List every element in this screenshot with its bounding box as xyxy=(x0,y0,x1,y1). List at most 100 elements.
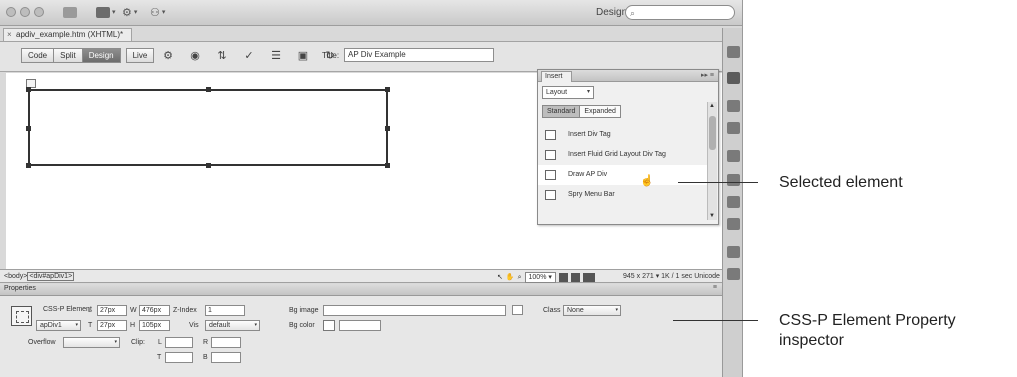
clip-top-input[interactable] xyxy=(165,352,193,363)
insert-panel-scrollbar[interactable]: ▲ ▼ xyxy=(707,102,717,220)
split-view-button[interactable]: Split xyxy=(53,48,83,63)
insert-item-div-tag[interactable]: Insert Div Tag xyxy=(538,125,708,145)
dock-panel-icon[interactable] xyxy=(727,46,740,58)
extend-menu-icon[interactable]: ⚙ ▾ xyxy=(122,5,137,19)
ap-div-icon xyxy=(545,170,556,180)
resize-handle[interactable] xyxy=(385,163,390,168)
height-input[interactable]: 105px xyxy=(139,320,170,331)
left-input[interactable]: 27px xyxy=(97,305,127,316)
w3c-validation-icon[interactable]: ✓ xyxy=(239,49,259,63)
expanded-mode-button[interactable]: Expanded xyxy=(579,105,621,118)
multiscreen-icon[interactable]: ⚙ xyxy=(158,49,178,63)
vis-label: Vis xyxy=(189,322,199,329)
tag-selector: <body> <div#apDiv1> xyxy=(4,270,75,283)
zoom-tool-icon[interactable]: ⌕ xyxy=(518,271,522,284)
fluid-grid-icon xyxy=(545,150,556,160)
document-toolbar: Code Split Design Live ⚙ ◉ ⇅ ✓ ☰ ▣ ↻ Tit… xyxy=(0,42,722,72)
panel-menu-icon[interactable]: ▸▸ ≡ xyxy=(701,71,714,79)
sitemap-icon[interactable] xyxy=(727,246,740,258)
snippets-icon[interactable] xyxy=(727,218,740,230)
layout-menu-icon[interactable]: ▾ xyxy=(96,5,116,19)
panel-dock xyxy=(722,28,742,377)
zoom-window-icon[interactable] xyxy=(34,7,44,17)
selected-ap-div[interactable] xyxy=(26,87,390,168)
check-browser-compat-icon[interactable]: ☰ xyxy=(266,49,286,63)
scroll-up-icon[interactable]: ▲ xyxy=(709,103,715,109)
class-select[interactable]: None ▾ xyxy=(563,305,621,316)
hand-tool-icon[interactable]: ✋ xyxy=(506,271,515,284)
standard-mode-button[interactable]: Standard xyxy=(542,105,581,118)
scroll-thumb[interactable] xyxy=(709,116,716,150)
resize-handle[interactable] xyxy=(26,163,31,168)
resize-handle[interactable] xyxy=(206,87,211,92)
assets-icon[interactable] xyxy=(727,196,740,208)
tag-current[interactable]: <div#apDiv1> xyxy=(27,272,75,281)
resize-handle[interactable] xyxy=(26,87,31,92)
resize-handle[interactable] xyxy=(385,87,390,92)
insert-panel-tab[interactable]: Insert xyxy=(541,71,572,82)
resize-handle[interactable] xyxy=(26,126,31,131)
clip-left-input[interactable] xyxy=(165,337,193,348)
code-view-button[interactable]: Code xyxy=(21,48,55,63)
visual-aids-icon[interactable]: ▣ xyxy=(293,49,313,63)
property-inspector-callout-line xyxy=(673,320,758,321)
files-icon[interactable] xyxy=(727,174,740,186)
insert-item-spry-menu-bar[interactable]: Spry Menu Bar xyxy=(538,185,708,205)
insert-panel-icon[interactable] xyxy=(727,72,740,84)
clip-label: Clip: xyxy=(131,339,146,346)
file-management-icon[interactable]: ⇅ xyxy=(212,49,232,63)
document-tab[interactable]: × apdiv_example.htm (XHTML)* xyxy=(3,28,133,41)
width-input[interactable]: 476px xyxy=(139,305,170,316)
insert-category-select[interactable]: Layout ▾ xyxy=(542,86,594,99)
help-search-input[interactable]: ⌕ xyxy=(625,5,735,20)
close-window-icon[interactable] xyxy=(6,7,16,17)
width-label: W xyxy=(130,307,137,314)
minimize-window-icon[interactable] xyxy=(20,7,30,17)
insert-item-list: Insert Div Tag Insert Fluid Grid Layout … xyxy=(538,125,708,205)
mobile-size-icon[interactable] xyxy=(558,273,568,282)
browse-folder-icon[interactable] xyxy=(512,305,523,315)
property-inspector-callout-line1: CSS-P Element Property xyxy=(779,312,956,329)
element-type-label: CSS-P Element xyxy=(43,306,92,313)
top-input[interactable]: 27px xyxy=(97,320,127,331)
insert-item-fluid-grid-div[interactable]: Insert Fluid Grid Layout Div Tag xyxy=(538,145,708,165)
bg-color-input[interactable] xyxy=(339,320,381,331)
site-menu-icon[interactable]: ⚇ ▾ xyxy=(150,5,165,19)
insert-mode-toggle: Standard Expanded xyxy=(542,105,621,118)
clip-right-input[interactable] xyxy=(211,337,241,348)
desktop-size-icon[interactable] xyxy=(582,273,595,282)
document-tool-icons: ⚙ ◉ ⇅ ✓ ☰ ▣ ↻ xyxy=(158,49,340,63)
bg-color-swatch[interactable] xyxy=(323,320,335,331)
tag-body[interactable]: <body> xyxy=(4,273,27,280)
panel-menu-icon[interactable]: ≡ xyxy=(713,284,717,291)
height-label: H xyxy=(130,322,136,329)
clip-left-label: L xyxy=(158,339,162,346)
view-buttons: Code Split Design Live xyxy=(21,48,155,63)
css-styles-icon[interactable] xyxy=(727,100,740,112)
clip-bottom-input[interactable] xyxy=(211,352,241,363)
live-view-button[interactable]: Live xyxy=(125,48,155,63)
dreamweaver-logo-icon xyxy=(63,5,77,19)
close-tab-icon[interactable]: × xyxy=(7,29,12,41)
clip-top-label: T xyxy=(157,354,162,361)
status-bar: <body> <div#apDiv1> ↖ ✋ ⌕ 100% ▾ 945 x 27… xyxy=(0,269,722,293)
library-icon[interactable] xyxy=(727,268,740,280)
tablet-size-icon[interactable] xyxy=(570,273,580,282)
zoom-select[interactable]: 100% ▾ xyxy=(524,272,556,283)
select-tool-icon[interactable]: ↖ xyxy=(497,271,503,284)
preview-browser-icon[interactable]: ◉ xyxy=(185,49,205,63)
scroll-down-icon[interactable]: ▼ xyxy=(709,213,715,219)
zindex-input[interactable]: 1 xyxy=(205,305,245,316)
design-view-button[interactable]: Design xyxy=(81,48,121,63)
ap-elements-icon[interactable] xyxy=(727,122,740,134)
title-label: Title: xyxy=(322,51,340,60)
resize-handle[interactable] xyxy=(206,163,211,168)
vis-select[interactable]: default ▾ xyxy=(205,320,260,331)
resize-handle[interactable] xyxy=(385,126,390,131)
element-id-select[interactable]: apDiv1 ▾ xyxy=(36,320,81,331)
overflow-select[interactable]: ▾ xyxy=(63,337,120,348)
bg-color-label: Bg color xyxy=(289,322,315,329)
bg-image-input[interactable] xyxy=(323,305,506,316)
document-title-input[interactable]: AP Div Example xyxy=(344,48,494,62)
business-catalyst-icon[interactable] xyxy=(727,150,740,162)
